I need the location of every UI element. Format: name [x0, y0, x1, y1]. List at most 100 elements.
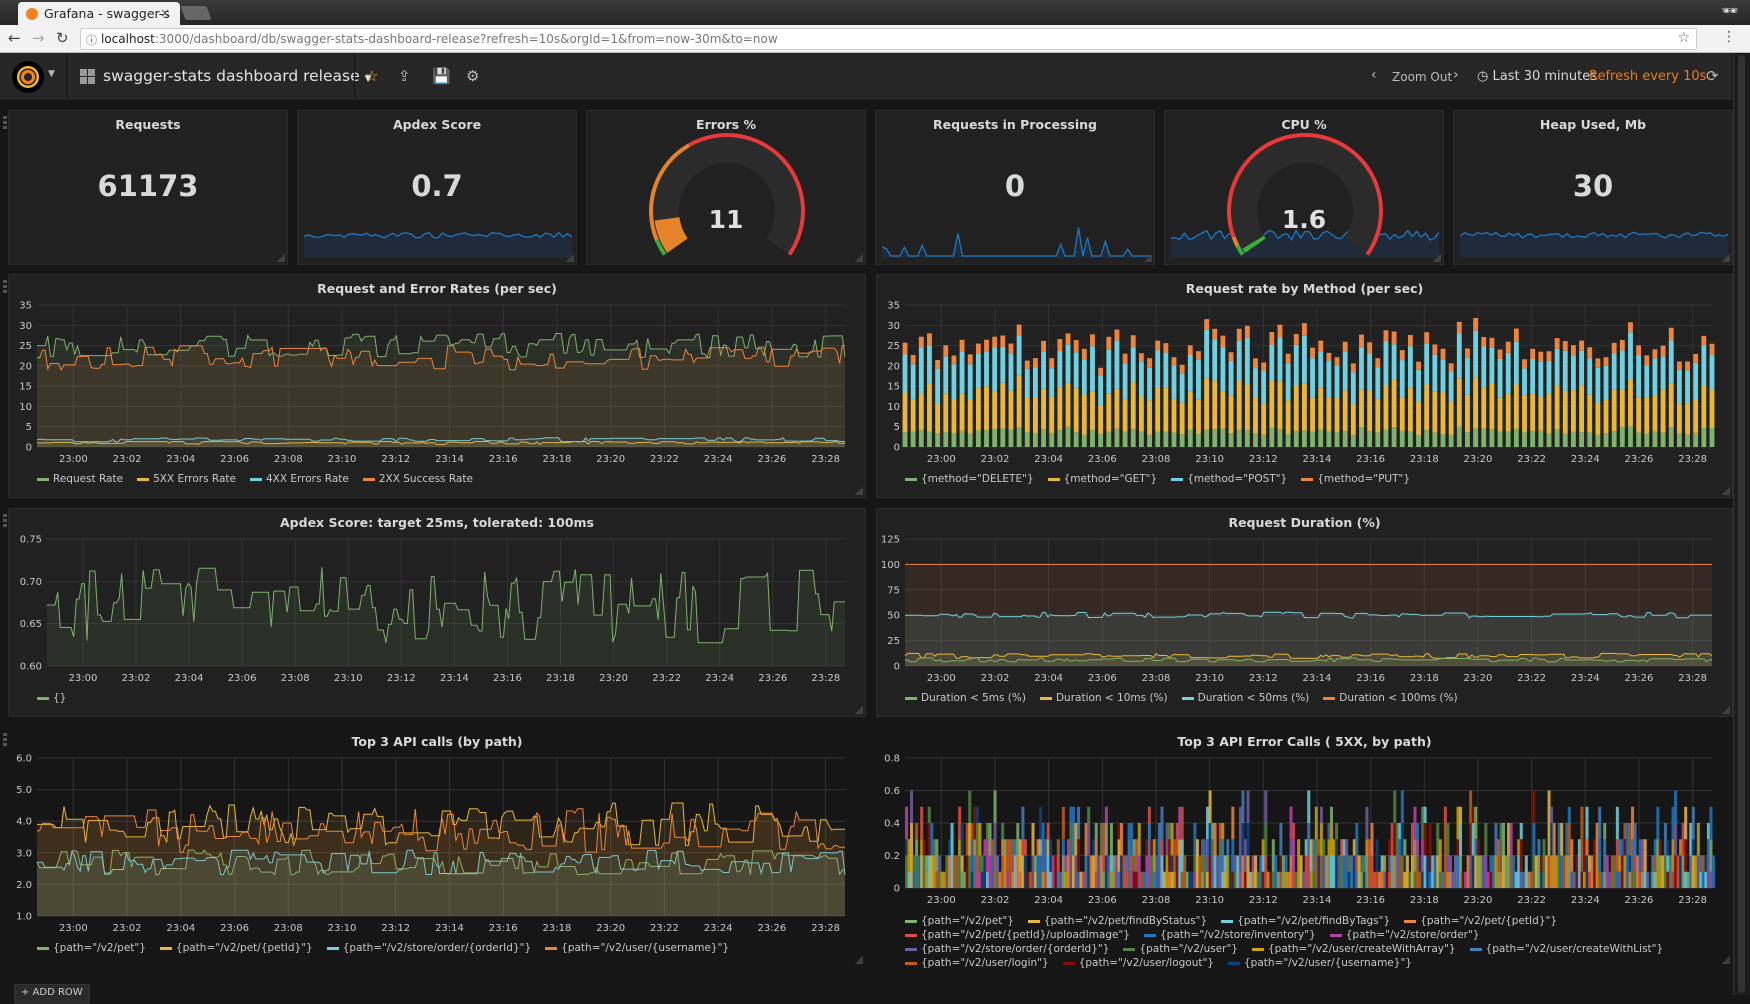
graph-panel[interactable]: Apdex Score: target 25ms, tolerated: 100…	[8, 508, 866, 717]
legend-item[interactable]: {path="/v2/pet"}	[905, 914, 1014, 928]
legend-item[interactable]: 4XX Errors Rate	[249, 473, 349, 485]
resize-handle-icon[interactable]	[855, 487, 863, 495]
panel-title[interactable]: Apdex Score	[298, 117, 576, 132]
refresh-interval[interactable]: Refresh every 10s	[1589, 69, 1706, 84]
page-scrollbar[interactable]	[1733, 53, 1750, 995]
resize-handle-icon[interactable]	[566, 254, 574, 262]
legend-item[interactable]: {path="/v2/pet"}	[37, 942, 146, 954]
grafana-logo-icon[interactable]	[12, 61, 44, 93]
dashboard-title[interactable]: swagger-stats dashboard release ▼	[103, 67, 371, 85]
chart-canvas[interactable]: 0 5 10 15 20 25 30 35 23:00 23:02 23:04 23:06 23:08 2…	[877, 275, 1734, 469]
graph-panel[interactable]: Top 3 API Error Calls ( 5XX, by path) 0 0.…	[876, 727, 1734, 970]
legend-item[interactable]: {path="/v2/user/{username}"}	[545, 942, 729, 954]
stat-panel[interactable]: Requests 61173	[8, 110, 288, 265]
bookmark-star-icon[interactable]: ☆	[1677, 30, 1690, 46]
row-drag-handle-icon[interactable]	[3, 280, 7, 294]
bar-segment	[1334, 365, 1340, 399]
bar-segment	[1375, 367, 1381, 399]
row-drag-handle-icon[interactable]	[3, 116, 7, 130]
legend-item[interactable]: 2XX Success Rate	[362, 473, 473, 485]
legend-item[interactable]: {path="/v2/user/logout"}	[1062, 956, 1214, 970]
legend-item[interactable]: {path="/v2/store/order/{orderId}"}	[905, 942, 1109, 956]
resize-handle-icon[interactable]	[855, 706, 863, 714]
legend-item[interactable]: {method="DELETE"}	[905, 473, 1034, 485]
legend-item[interactable]: {method="POST"}	[1171, 473, 1287, 485]
forward-icon[interactable]: →	[32, 29, 45, 47]
close-tab-icon[interactable]: ×	[160, 6, 170, 20]
resize-handle-icon[interactable]	[1722, 706, 1730, 714]
stat-panel[interactable]: CPU % 1.6	[1164, 110, 1444, 265]
browser-tab[interactable]: Grafana - swagger-s ×	[18, 2, 180, 25]
legend-item[interactable]: {path="/v2/pet/findByTags"}	[1221, 914, 1390, 928]
save-icon[interactable]: 💾	[432, 67, 451, 85]
legend-item[interactable]: {method="GET"}	[1047, 473, 1157, 485]
legend-item[interactable]: {path="/v2/pet/{petId}/uploadImage"}	[905, 928, 1130, 942]
resize-handle-icon[interactable]	[855, 254, 863, 262]
chart-canvas[interactable]: 0 5 10 15 20 25 30 35 23:00 23:02 23:04 23:06 23:08 2…	[9, 275, 867, 469]
legend-item[interactable]: Duration < 100ms (%)	[1323, 692, 1458, 704]
back-icon[interactable]: ←	[8, 29, 21, 47]
legend-item[interactable]: Duration < 10ms (%)	[1039, 692, 1168, 704]
legend-item[interactable]: {path="/v2/pet/findByStatus"}	[1027, 914, 1207, 928]
browser-menu-icon[interactable]: ⋮	[1722, 29, 1736, 45]
legend-item[interactable]: {path="/v2/user/createWithList"}	[1469, 942, 1663, 956]
legend-item[interactable]: {path="/v2/pet/{petId}"}	[1404, 914, 1557, 928]
chevron-left-icon[interactable]: ‹	[1371, 67, 1377, 83]
chart-canvas[interactable]: 0 0.2 0.4 0.6 0.8 23:00 23:02 23:04 23:06 23:08 23…	[877, 728, 1734, 910]
legend-item[interactable]: {path="/v2/user"}	[1123, 942, 1238, 956]
row-drag-handle-icon[interactable]	[3, 733, 7, 747]
resize-handle-icon[interactable]	[1722, 956, 1730, 964]
bar-segment	[1400, 790, 1404, 823]
time-range-picker[interactable]: ◷ Last 30 minutes	[1477, 69, 1597, 84]
bar-segment	[1585, 839, 1589, 856]
resize-handle-icon[interactable]	[1433, 254, 1441, 262]
add-row-button[interactable]: + ADD ROW	[14, 984, 90, 1004]
url-input[interactable]: ⓘ localhost:3000/dashboard/db/swagger-st…	[80, 28, 1697, 50]
new-tab-button[interactable]	[180, 6, 212, 20]
legend-item[interactable]: {method="PUT"}	[1301, 473, 1410, 485]
legend-item[interactable]: {path="/v2/user/login"}	[905, 956, 1049, 970]
stat-panel[interactable]: Apdex Score 0.7	[297, 110, 577, 265]
star-icon[interactable]: ☆	[365, 67, 378, 85]
legend-item[interactable]: {}	[37, 692, 66, 704]
chevron-right-icon[interactable]: ›	[1453, 67, 1459, 83]
legend-item[interactable]: Request Rate	[37, 473, 123, 485]
stat-panel[interactable]: Heap Used, Mb 30	[1453, 110, 1733, 265]
graph-panel[interactable]: Request Duration (%) 0 25 50 75 100 125 23:00 23…	[876, 508, 1733, 717]
chart-canvas[interactable]: 0 25 50 75 100 125 23:00 23:02 23:04 23:06 23:08 23…	[877, 509, 1734, 688]
panel-title[interactable]: Requests	[9, 117, 287, 132]
share-icon[interactable]: ⇪	[398, 67, 411, 85]
refresh-icon[interactable]: ⟳	[1706, 67, 1719, 85]
gear-icon[interactable]: ⚙	[466, 67, 479, 85]
graph-panel[interactable]: Request rate by Method (per sec) 0 5 10 15 20…	[876, 274, 1733, 498]
y-tick-label: 0	[894, 662, 900, 673]
row-drag-handle-icon[interactable]	[3, 514, 7, 528]
panel-title[interactable]: Requests in Processing	[876, 117, 1154, 132]
legend-item[interactable]: 5XX Errors Rate	[137, 473, 236, 485]
legend-item[interactable]: {path="/v2/store/order"}	[1329, 928, 1480, 942]
stat-panel[interactable]: Requests in Processing 0	[875, 110, 1155, 265]
zoom-out-button[interactable]: Zoom Out	[1392, 70, 1452, 84]
x-tick-label: 23:18	[543, 454, 572, 465]
resize-handle-icon[interactable]	[855, 956, 863, 964]
legend-item[interactable]: {path="/v2/user/{username}"}	[1228, 956, 1412, 970]
graph-panel[interactable]: Top 3 API calls (by path) 1.0 2.0 3.0 4.0 5.0…	[8, 727, 866, 967]
legend-item[interactable]: {path="/v2/user/createWithArray"}	[1251, 942, 1456, 956]
chart-canvas[interactable]: 1.0 2.0 3.0 4.0 5.0 6.0 23:00 23:02 23:04 23:06 23…	[9, 728, 867, 938]
resize-handle-icon[interactable]	[277, 254, 285, 262]
chart-canvas[interactable]: 0.60 0.65 0.70 0.75 23:00 23:02 23:04 23:06 23:0…	[9, 509, 867, 688]
caret-down-icon[interactable]: ▼	[48, 69, 55, 79]
bar-segment	[1432, 391, 1438, 433]
resize-handle-icon[interactable]	[1722, 487, 1730, 495]
resize-handle-icon[interactable]	[1144, 254, 1152, 262]
stat-panel[interactable]: Errors % 11	[586, 110, 866, 265]
legend-item[interactable]: {path="/v2/store/order/{orderId}"}	[326, 942, 531, 954]
legend-item[interactable]: {path="/v2/store/inventory"}	[1144, 928, 1316, 942]
reload-icon[interactable]: ↻	[56, 29, 69, 47]
legend-item[interactable]: Duration < 50ms (%)	[1181, 692, 1309, 704]
legend-item[interactable]: {path="/v2/pet/{petId}"}	[159, 942, 313, 954]
legend-item[interactable]: Duration < 5ms (%)	[905, 692, 1026, 704]
resize-handle-icon[interactable]	[1722, 254, 1730, 262]
graph-panel[interactable]: Request and Error Rates (per sec) 0 5 10 15 2…	[8, 274, 866, 498]
panel-title[interactable]: Heap Used, Mb	[1454, 117, 1732, 132]
